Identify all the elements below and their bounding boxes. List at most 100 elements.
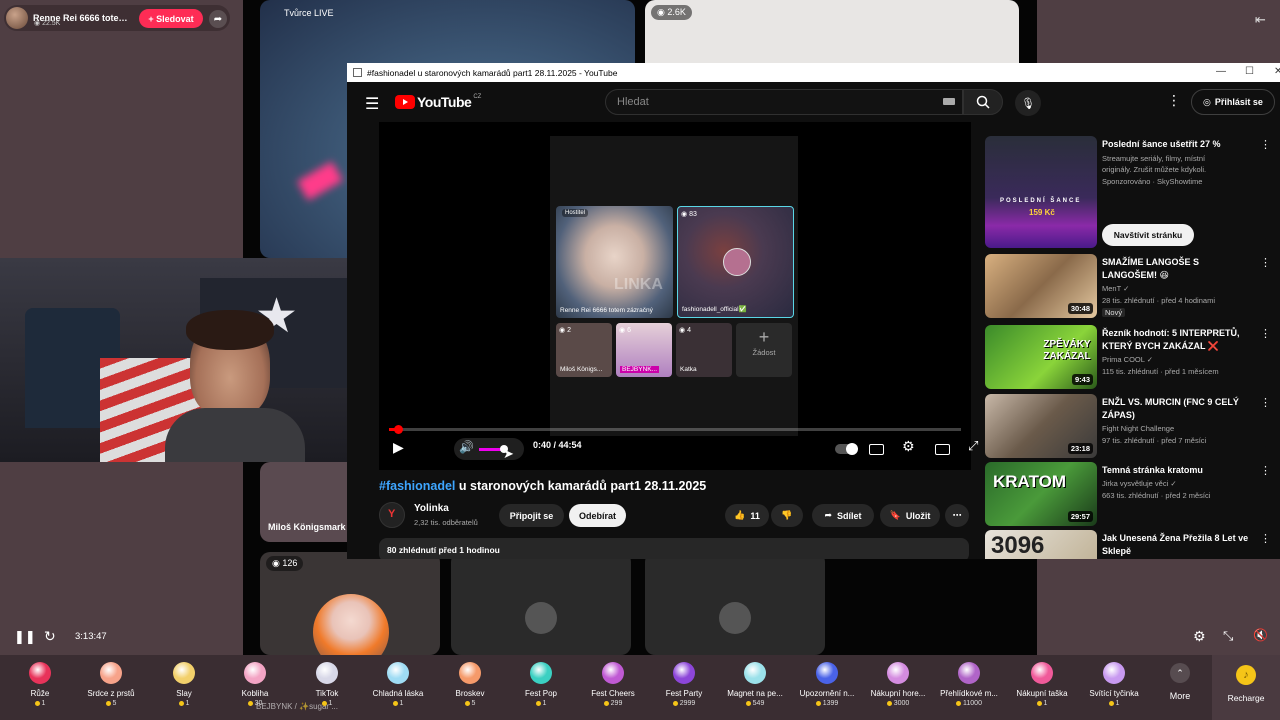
video-thumbnail[interactable]: 3096 — [985, 530, 1097, 559]
settings-kebab-icon[interactable]: ⋮ — [1167, 92, 1181, 109]
video-title: #fashionadel u staronových kamarádů part… — [379, 479, 706, 493]
fullscreen-icon[interactable]: ⤢ — [968, 438, 978, 454]
video-thumbnail[interactable]: KRATOM 29:57 — [985, 462, 1097, 526]
exit-fullscreen-icon[interactable]: ⤡ — [1223, 628, 1233, 644]
gift-item[interactable]: Svítící tyčinka 1 — [1082, 662, 1146, 707]
channel-name[interactable]: Yolinka — [414, 503, 449, 514]
ad-card[interactable]: POSLEDNÍ ŠANCE 159 Kč Poslední šance uše… — [985, 136, 1275, 248]
save-button[interactable]: 🔖 Uložit — [880, 504, 940, 527]
ad-cta-button[interactable]: Navštívit stránku — [1102, 224, 1194, 246]
share-button[interactable]: ➦ Sdílet — [812, 504, 874, 527]
gift-item[interactable]: Přehlídkové m... 11000 — [937, 662, 1001, 707]
youtube-window[interactable]: #fashionadel u staronových kamarádů part… — [347, 63, 1280, 559]
like-button[interactable]: 👍 11 — [725, 504, 769, 527]
mute-icon[interactable]: 🔇 — [1253, 628, 1268, 642]
video-title[interactable]: ENŽL VS. MURCIN (FNC 9 CELÝ ZÁPAS) — [1102, 396, 1252, 421]
ad-description: Streamujte seriály, filmy, místní origin… — [1102, 154, 1207, 174]
video-hashtag[interactable]: #fashionadel — [379, 479, 455, 493]
guest-viewers-value: 83 — [689, 211, 697, 218]
progress-bar[interactable] — [389, 425, 961, 434]
follow-button[interactable]: + Sledovat — [139, 9, 203, 28]
close-button[interactable]: ✕ — [1274, 66, 1280, 77]
video-player[interactable]: Hostitel Renne Rei 6666 totem zázračný L… — [379, 122, 978, 470]
more-actions-button[interactable]: ⋯ — [945, 504, 969, 527]
host-avatar[interactable] — [6, 7, 28, 29]
autoplay-toggle[interactable] — [835, 443, 858, 455]
gift-item[interactable]: Nákupní taška 1 — [1010, 662, 1074, 707]
small-guest-name: Katka — [680, 366, 697, 373]
gift-item[interactable]: Magnet na pe... 549 — [723, 662, 787, 707]
settings-gear-icon[interactable]: ⚙ — [902, 438, 915, 455]
video-title[interactable]: Jak Unesená Žena Přežila 8 Let ve Sklepě — [1102, 532, 1252, 557]
video-menu-icon[interactable]: ⋮ — [1260, 327, 1271, 340]
subscribe-button[interactable]: Odebírat — [569, 504, 626, 527]
gift-item[interactable]: Nákupní hore... 3000 — [866, 662, 930, 707]
gift-item[interactable]: Upozornění n... 1399 — [795, 662, 859, 707]
video-title-text: u staronových kamarádů part1 28.11.2025 — [455, 479, 707, 493]
microphone-icon[interactable]: 🎙 — [1015, 90, 1041, 116]
hamburger-menu-icon[interactable]: ☰ — [365, 94, 379, 114]
play-icon[interactable]: ▶ — [393, 439, 404, 456]
video-meta: 28 tis. zhlédnutí · před 4 hodinami — [1102, 296, 1215, 305]
gift-item[interactable]: Srdce z prstů 5 — [79, 662, 143, 707]
collapse-icon[interactable]: ⇤ — [1255, 12, 1266, 28]
recommendation-card[interactable]: 3096 Jak Unesená Žena Přežila 8 Let ve S… — [985, 530, 1275, 559]
search-button[interactable] — [963, 89, 1003, 115]
video-thumbnail[interactable]: 30:48 — [985, 254, 1097, 318]
keyboard-icon[interactable] — [943, 98, 955, 105]
recharge-button[interactable]: ♪ Recharge — [1212, 655, 1280, 720]
miniplayer-icon[interactable] — [935, 444, 950, 455]
viewer-count-badge: ◉ 2.6K — [651, 5, 692, 20]
progress-scrubber[interactable] — [393, 425, 403, 434]
description-box[interactable]: 80 zhlédnutí před 1 hodinou — [379, 538, 969, 559]
minimize-button[interactable]: — — [1216, 66, 1226, 77]
dislike-button[interactable]: 👎 — [771, 504, 803, 527]
maximize-button[interactable]: ☐ — [1245, 66, 1254, 77]
gift-item[interactable]: Broskev 5 — [438, 662, 502, 707]
gift-item[interactable]: Fest Pop 1 — [509, 662, 573, 707]
gift-item[interactable]: Kobliha 30 — [223, 662, 287, 707]
gift-price: 549 — [723, 700, 787, 707]
subtitles-icon[interactable] — [869, 444, 884, 455]
live-playback-controls: ❚❚ ↻ 3:13:47 ⚙ ⤡ 🔇 — [0, 625, 1280, 649]
recommendation-card[interactable]: KRATOM 29:57 Temná stránka kratomu Jirka… — [985, 462, 1275, 526]
host-info-bar[interactable]: Renne Rei 6666 totem z... ◉ 22.5K + Sled… — [4, 5, 230, 31]
gift-price: 5 — [79, 700, 143, 707]
youtube-logo[interactable]: YouTube CZ — [395, 94, 481, 110]
channel-avatar[interactable] — [379, 502, 405, 528]
small-guest-3: ◉ 4 Katka — [676, 323, 732, 377]
ad-menu-icon[interactable]: ⋮ — [1260, 138, 1271, 151]
video-title[interactable]: Temná stránka kratomu — [1102, 464, 1252, 477]
video-menu-icon[interactable]: ⋮ — [1260, 256, 1271, 269]
video-thumbnail[interactable]: ZPĚVÁKY ZAKÁZAL 9:43 — [985, 325, 1097, 389]
ad-thumbnail[interactable]: POSLEDNÍ ŠANCE 159 Kč — [985, 136, 1097, 248]
settings-icon[interactable]: ⚙ — [1193, 628, 1206, 645]
recommendation-card[interactable]: 30:48 SMAŽÍME LANGOŠE S LANGOŠEM! 😆 MenT… — [985, 254, 1275, 318]
gift-item[interactable]: TikTok 1 — [295, 662, 359, 707]
video-menu-icon[interactable]: ⋮ — [1260, 532, 1271, 545]
gift-item[interactable]: Fest Party 2999 — [652, 662, 716, 707]
join-button[interactable]: Připojit se — [499, 504, 564, 527]
video-title[interactable]: SMAŽÍME LANGOŠE S LANGOŠEM! 😆 — [1102, 256, 1252, 281]
video-thumbnail[interactable]: 23:18 — [985, 394, 1097, 458]
video-menu-icon[interactable]: ⋮ — [1260, 396, 1271, 409]
sign-in-button[interactable]: ◎ Přihlásit se — [1191, 89, 1275, 115]
pause-icon[interactable]: ❚❚ — [14, 629, 36, 645]
volume-icon[interactable]: 🔊 — [459, 440, 474, 454]
gift-item[interactable]: Slay 1 — [152, 662, 216, 707]
share-icon[interactable]: ➦ — [209, 10, 227, 28]
gift-item[interactable]: Růže 1 — [8, 662, 72, 707]
small-guest-2: ◉ 6 BEJBYNK... — [616, 323, 672, 377]
gift-item[interactable]: Fest Cheers 299 — [581, 662, 645, 707]
gift-item[interactable]: Chladná láska 1 — [366, 662, 430, 707]
recommendation-card[interactable]: ZPĚVÁKY ZAKÁZAL 9:43 Řezník hodnotí: 5 I… — [985, 325, 1275, 389]
ad-title[interactable]: Poslední šance ušetřit 27 % — [1102, 138, 1252, 151]
replay-icon[interactable]: ↻ — [44, 628, 56, 645]
gift-name: Magnet na pe... — [727, 689, 783, 698]
more-gifts-button[interactable]: ⌃ More — [1160, 663, 1200, 701]
recommendation-card[interactable]: 23:18 ENŽL VS. MURCIN (FNC 9 CELÝ ZÁPAS)… — [985, 394, 1275, 458]
video-menu-icon[interactable]: ⋮ — [1260, 464, 1271, 477]
window-title-bar[interactable]: #fashionadel u staronových kamarádů part… — [347, 63, 1280, 82]
search-input[interactable]: Hledat — [605, 89, 963, 115]
video-title[interactable]: Řezník hodnotí: 5 INTERPRETŮ, KTERÝ BYCH… — [1102, 327, 1252, 352]
